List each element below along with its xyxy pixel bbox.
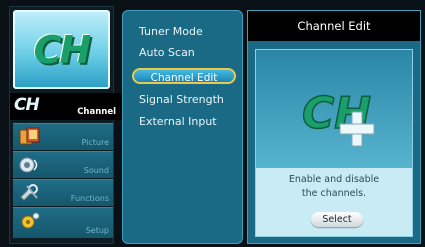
sidebar-item-functions[interactable]: Functions [13, 179, 113, 206]
sound-icon [19, 157, 38, 173]
ch-plus-icon: CH [301, 87, 375, 147]
option-auto-scan[interactable]: Auto Scan [139, 46, 195, 59]
ch-icon: CH [14, 95, 40, 115]
sidebar-item-sound[interactable]: Sound [13, 151, 113, 178]
setup-icon [21, 212, 40, 229]
option-channel-edit[interactable]: Channel Edit [132, 68, 236, 84]
option-tuner-mode[interactable]: Tuner Mode [139, 25, 203, 38]
main-menu-sidebar: CH CH Channel Picture Sound Functions Se… [9, 6, 122, 244]
option-external-input[interactable]: External Input [139, 115, 217, 128]
option-signal-strength[interactable]: Signal Strength [139, 93, 224, 106]
description-line-2: the channels. [301, 188, 367, 199]
sidebar-item-channel[interactable]: CH Channel [10, 93, 122, 120]
detail-panel: Channel Edit CH Enable and disable the c… [247, 10, 421, 244]
channel-logo-text: CH [33, 27, 92, 72]
detail-description: Enable and disable the channels. Select [256, 168, 412, 236]
detail-title: Channel Edit [248, 11, 420, 41]
channel-options-panel: Tuner Mode Auto Scan Channel Edit Signal… [122, 10, 243, 244]
description-line-1: Enable and disable [288, 174, 380, 185]
functions-icon [20, 184, 38, 201]
sidebar-item-label: Channel [77, 107, 116, 117]
select-button[interactable]: Select [311, 212, 363, 227]
sidebar-item-label: Setup [85, 226, 109, 235]
channel-logo: CH [13, 10, 110, 89]
detail-card: CH Enable and disable the channels. Sele… [255, 49, 413, 237]
sidebar-item-label: Functions [70, 194, 109, 203]
sidebar-item-label: Picture [81, 138, 109, 147]
picture-icon [19, 127, 40, 145]
sidebar-item-picture[interactable]: Picture [13, 123, 113, 150]
channel-edit-illustration: CH [256, 50, 412, 168]
sidebar-item-setup[interactable]: Setup [13, 207, 113, 238]
sidebar-item-label: Sound [83, 166, 109, 175]
